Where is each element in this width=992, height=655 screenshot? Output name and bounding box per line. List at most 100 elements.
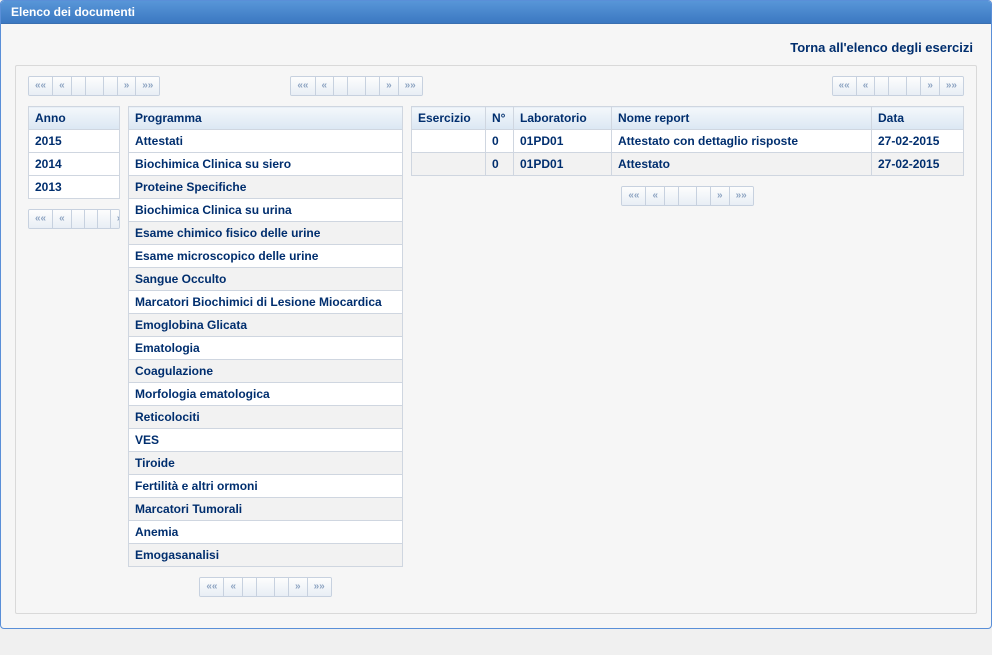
next-button[interactable]: » <box>289 578 308 596</box>
pager-programma-bottom: «« « » »» <box>199 577 331 597</box>
first-button[interactable]: «« <box>622 187 646 205</box>
programma-row[interactable]: Sangue Occulto <box>129 268 403 291</box>
first-button[interactable]: «« <box>200 578 224 596</box>
prev-button[interactable]: « <box>53 210 72 228</box>
programma-row[interactable]: Esame chimico fisico delle urine <box>129 222 403 245</box>
panel-body: Torna all'elenco degli esercizi «« « » »… <box>1 24 991 628</box>
page-blank <box>275 578 289 596</box>
report-row[interactable]: 001PD01Attestato con dettaglio risposte2… <box>412 130 964 153</box>
first-button[interactable]: «« <box>29 77 53 95</box>
page-current[interactable] <box>257 578 275 596</box>
page-blank <box>697 187 711 205</box>
pager-anno-bottom: «« « » »» <box>28 209 120 229</box>
programma-column: Programma AttestatiBiochimica Clinica su… <box>128 106 403 597</box>
data-header: Data <box>872 107 964 130</box>
page-blank <box>875 77 889 95</box>
programma-row[interactable]: VES <box>129 429 403 452</box>
page-blank <box>72 210 85 228</box>
first-button[interactable]: «« <box>29 210 53 228</box>
last-button[interactable]: »» <box>730 187 753 205</box>
anno-column: Anno 201520142013 «« « » »» <box>28 106 120 229</box>
report-cell-data: 27-02-2015 <box>872 130 964 153</box>
page-blank <box>907 77 921 95</box>
prev-button[interactable]: « <box>316 77 335 95</box>
anno-grid: Anno 201520142013 <box>28 106 120 199</box>
programma-row[interactable]: Biochimica Clinica su siero <box>129 153 403 176</box>
report-cell-nome[interactable]: Attestato con dettaglio risposte <box>612 130 872 153</box>
laboratorio-header: Laboratorio <box>514 107 612 130</box>
report-grid: Esercizio N° Laboratorio Nome report Dat… <box>411 106 964 176</box>
anno-header: Anno <box>29 107 120 130</box>
programma-row[interactable]: Emogasanalisi <box>129 544 403 567</box>
documents-panel: Elenco dei documenti Torna all'elenco de… <box>0 0 992 629</box>
programma-row[interactable]: Anemia <box>129 521 403 544</box>
programma-row[interactable]: Marcatori Tumorali <box>129 498 403 521</box>
page-current[interactable] <box>86 77 104 95</box>
page-blank <box>665 187 679 205</box>
nome-report-header: Nome report <box>612 107 872 130</box>
report-row[interactable]: 001PD01Attestato27-02-2015 <box>412 153 964 176</box>
page-blank <box>366 77 380 95</box>
programma-grid: Programma AttestatiBiochimica Clinica su… <box>128 106 403 567</box>
next-button[interactable]: » <box>380 77 399 95</box>
page-current[interactable] <box>348 77 366 95</box>
pager-anno-top: «« « » »» <box>28 76 160 96</box>
programma-row[interactable]: Reticolociti <box>129 406 403 429</box>
prev-button[interactable]: « <box>857 77 876 95</box>
page-current[interactable] <box>679 187 697 205</box>
programma-row[interactable]: Attestati <box>129 130 403 153</box>
anno-row[interactable]: 2015 <box>29 130 120 153</box>
programma-row[interactable]: Tiroide <box>129 452 403 475</box>
panel-title: Elenco dei documenti <box>1 1 991 24</box>
next-button[interactable]: » <box>921 77 940 95</box>
report-cell-lab: 01PD01 <box>514 153 612 176</box>
programma-row[interactable]: Ematologia <box>129 337 403 360</box>
programma-row[interactable]: Marcatori Biochimici di Lesione Miocardi… <box>129 291 403 314</box>
back-to-exercises-link[interactable]: Torna all'elenco degli esercizi <box>790 40 973 55</box>
prev-button[interactable]: « <box>53 77 72 95</box>
pager-report-top: «« « » »» <box>832 76 964 96</box>
prev-button[interactable]: « <box>224 578 243 596</box>
programma-row[interactable]: Fertilità e altri ormoni <box>129 475 403 498</box>
page-blank <box>243 578 257 596</box>
programma-row[interactable]: Biochimica Clinica su urina <box>129 199 403 222</box>
prev-button[interactable]: « <box>646 187 665 205</box>
programma-row[interactable]: Morfologia ematologica <box>129 383 403 406</box>
last-button[interactable]: »» <box>136 77 159 95</box>
programma-header: Programma <box>129 107 403 130</box>
first-button[interactable]: «« <box>833 77 857 95</box>
last-button[interactable]: »» <box>308 578 331 596</box>
next-button[interactable]: » <box>118 77 137 95</box>
page-current[interactable] <box>85 210 98 228</box>
page-blank <box>72 77 86 95</box>
anno-row[interactable]: 2013 <box>29 176 120 199</box>
report-cell-lab: 01PD01 <box>514 130 612 153</box>
last-button[interactable]: »» <box>399 77 422 95</box>
pager-report-bottom: «« « » »» <box>621 186 753 206</box>
columns: Anno 201520142013 «« « » »» <box>28 106 964 597</box>
report-cell-n: 0 <box>486 130 514 153</box>
programma-row[interactable]: Proteine Specifiche <box>129 176 403 199</box>
programma-row[interactable]: Esame microscopico delle urine <box>129 245 403 268</box>
n-header: N° <box>486 107 514 130</box>
report-cell-data: 27-02-2015 <box>872 153 964 176</box>
anno-row[interactable]: 2014 <box>29 153 120 176</box>
programma-row[interactable]: Coagulazione <box>129 360 403 383</box>
report-cell-nome[interactable]: Attestato <box>612 153 872 176</box>
report-cell-esercizio <box>412 130 486 153</box>
report-cell-esercizio <box>412 153 486 176</box>
page-current[interactable] <box>889 77 907 95</box>
report-cell-n: 0 <box>486 153 514 176</box>
pager-programma-top: «« « » »» <box>290 76 422 96</box>
top-pagers: «« « » »» «« « » »» <box>28 76 964 96</box>
programma-row[interactable]: Emoglobina Glicata <box>129 314 403 337</box>
esercizio-header: Esercizio <box>412 107 486 130</box>
last-button[interactable]: »» <box>940 77 963 95</box>
page-blank <box>334 77 348 95</box>
inner-box: «« « » »» «« « » »» <box>15 65 977 614</box>
first-button[interactable]: «« <box>291 77 315 95</box>
next-button[interactable]: » <box>111 210 120 228</box>
report-column: Esercizio N° Laboratorio Nome report Dat… <box>411 106 964 206</box>
next-button[interactable]: » <box>711 187 730 205</box>
top-link-row: Torna all'elenco degli esercizi <box>15 36 977 65</box>
